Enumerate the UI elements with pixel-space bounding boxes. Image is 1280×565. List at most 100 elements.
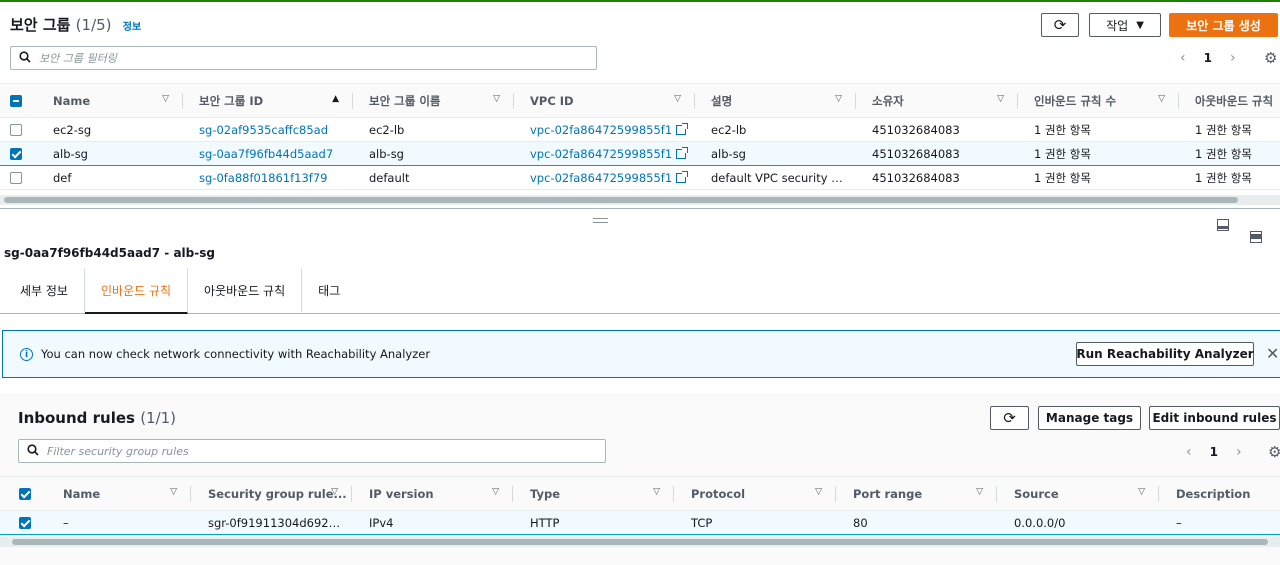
vpc-id-link[interactable]: vpc-02fa86472599855f1 xyxy=(530,171,672,185)
drag-handle-icon[interactable] xyxy=(593,218,608,223)
prev-page-icon[interactable]: ‹ xyxy=(1186,444,1192,460)
dock-bottom-icon[interactable] xyxy=(1217,219,1229,231)
maximize-panel-icon[interactable] xyxy=(1250,231,1262,243)
selection-count: (1/5) xyxy=(75,16,112,34)
scrollbar-thumb[interactable] xyxy=(4,197,1238,203)
cell-inbound: 1 권한 항목 xyxy=(1018,165,1179,190)
select-all-cell[interactable] xyxy=(0,476,46,511)
col-description[interactable]: 설명 ▽ xyxy=(695,83,856,118)
table-row[interactable]: def sg-0fa88f01861f13f79 default vpc-02f… xyxy=(0,165,1280,190)
manage-tags-button[interactable]: Manage tags xyxy=(1038,406,1141,430)
col-owner[interactable]: 소유자 ▽ xyxy=(856,83,1018,118)
sort-icon: ▽ xyxy=(331,487,338,497)
cell-description: – xyxy=(1159,510,1280,535)
cell-inbound: 1 권한 항목 xyxy=(1018,141,1179,166)
col-vpc-id[interactable]: VPC ID ▽ xyxy=(514,83,695,118)
next-page-icon[interactable]: › xyxy=(1230,50,1236,66)
row-checkbox[interactable] xyxy=(19,517,31,529)
cell-description: default VPC security gr... xyxy=(695,165,856,190)
cell-owner: 451032684083 xyxy=(856,141,1018,166)
close-icon[interactable]: ✕ xyxy=(1266,344,1279,363)
horizontal-scrollbar[interactable] xyxy=(0,195,1280,205)
cell-group-name: alb-sg xyxy=(353,141,514,166)
current-page[interactable]: 1 xyxy=(1204,51,1212,65)
col-source[interactable]: Source ▽ xyxy=(997,476,1159,511)
next-page-icon[interactable]: › xyxy=(1236,444,1242,460)
gear-icon[interactable]: ⚙ xyxy=(1268,443,1280,461)
sort-icon: ▽ xyxy=(493,94,500,104)
external-link-icon[interactable] xyxy=(676,170,689,183)
col-description[interactable]: Description xyxy=(1159,476,1280,511)
cell-name: alb-sg xyxy=(38,141,183,166)
page-title-text: 보안 그룹 xyxy=(10,16,71,34)
col-ip-version[interactable]: IP version ▽ xyxy=(352,476,513,511)
cell-owner: 451032684083 xyxy=(856,165,1018,190)
rules-search[interactable]: Filter security group rules xyxy=(18,439,606,463)
security-group-search[interactable]: 보안 그룹 필터링 xyxy=(10,46,597,70)
table-header-row: Name ▽ 보안 그룹 ID ▲ 보안 그룹 이름 ▽ VPC ID ▽ 설명 ▽ 소유… xyxy=(0,83,1280,118)
inbound-rules-table: Name ▽ Security group rule... ▽ IP version… xyxy=(0,476,1280,535)
cell-outbound: 1 권한 항목 xyxy=(1179,165,1280,190)
col-name[interactable]: Name ▽ xyxy=(38,83,183,118)
vpc-id-link[interactable]: vpc-02fa86472599855f1 xyxy=(530,123,672,137)
sg-id-link[interactable]: sg-0aa7f96fb44d5aad7 xyxy=(183,141,353,166)
current-page[interactable]: 1 xyxy=(1210,445,1218,459)
inbound-count: (1/1) xyxy=(140,409,177,427)
sg-id-link[interactable]: sg-0fa88f01861f13f79 xyxy=(183,165,353,190)
sort-icon: ▽ xyxy=(674,94,681,104)
col-inbound-count[interactable]: 인바운드 규칙 수 ▽ xyxy=(1018,83,1179,118)
sort-icon: ▽ xyxy=(492,487,499,497)
page-title: 보안 그룹 (1/5) 정보 xyxy=(10,14,141,35)
table-row-selected[interactable]: – sgr-0f91911304d6928... IPv4 HTTP TCP 8… xyxy=(0,510,1280,535)
scrollbar-thumb[interactable] xyxy=(12,539,1268,545)
col-sg-id[interactable]: 보안 그룹 ID ▲ xyxy=(183,83,353,118)
col-sg-name[interactable]: 보안 그룹 이름 ▽ xyxy=(353,83,514,118)
cell-group-name: default xyxy=(353,165,514,190)
tab-details[interactable]: 세부 정보 xyxy=(0,268,85,312)
create-security-group-button[interactable]: 보안 그룹 생성 xyxy=(1169,13,1278,37)
cell-protocol: TCP xyxy=(674,510,836,535)
cell-name: def xyxy=(38,165,183,190)
table-row[interactable]: ec2-sg sg-02af9535caffc85ad ec2-lb vpc-0… xyxy=(0,117,1280,142)
sort-icon: ▽ xyxy=(653,487,660,497)
gear-icon[interactable]: ⚙ xyxy=(1264,49,1277,67)
col-outbound-count[interactable]: 아웃바운드 규칙 xyxy=(1179,83,1280,118)
row-checkbox[interactable] xyxy=(10,124,22,136)
alert-message: You can now check network connectivity w… xyxy=(41,347,431,361)
refresh-button[interactable]: ⟳ xyxy=(1041,13,1079,37)
col-rule-id[interactable]: Security group rule... ▽ xyxy=(191,476,352,511)
vpc-id-link[interactable]: vpc-02fa86472599855f1 xyxy=(530,147,672,161)
prev-page-icon[interactable]: ‹ xyxy=(1180,50,1186,66)
select-all-cell[interactable] xyxy=(0,83,38,118)
external-link-icon[interactable] xyxy=(676,146,689,159)
refresh-rules-button[interactable]: ⟳ xyxy=(990,406,1029,430)
actions-button[interactable]: 작업 ▼ xyxy=(1089,13,1161,37)
table-row-selected[interactable]: alb-sg sg-0aa7f96fb44d5aad7 alb-sg vpc-0… xyxy=(0,141,1280,166)
rules-horizontal-scrollbar[interactable] xyxy=(0,537,1280,547)
split-divider xyxy=(0,208,1280,209)
detail-title: sg-0aa7f96fb44d5aad7 - alb-sg xyxy=(4,246,215,260)
col-protocol[interactable]: Protocol ▽ xyxy=(674,476,836,511)
tab-outbound-rules[interactable]: 아웃바운드 규칙 xyxy=(188,268,303,312)
cell-outbound: 1 권한 항목 xyxy=(1179,141,1280,166)
sort-icon: ▽ xyxy=(170,487,177,497)
top-status-line xyxy=(0,0,1280,2)
edit-inbound-rules-button[interactable]: Edit inbound rules xyxy=(1149,406,1280,430)
info-link[interactable]: 정보 xyxy=(123,22,141,33)
sg-id-link[interactable]: sg-02af9535caffc85ad xyxy=(183,117,353,142)
sort-icon: ▽ xyxy=(976,487,983,497)
col-port-range[interactable]: Port range ▽ xyxy=(836,476,997,511)
inbound-rules-title: Inbound rules (1/1) xyxy=(18,409,177,427)
cell-group-name: ec2-lb xyxy=(353,117,514,142)
run-reachability-analyzer-button[interactable]: Run Reachability Analyzer xyxy=(1076,342,1254,366)
tab-tags[interactable]: 태그 xyxy=(302,268,356,312)
select-all-checkbox[interactable] xyxy=(10,95,22,107)
tab-inbound-rules[interactable]: 인바운드 규칙 xyxy=(84,268,189,314)
col-rule-name[interactable]: Name ▽ xyxy=(46,476,191,511)
col-type[interactable]: Type ▽ xyxy=(513,476,674,511)
row-checkbox[interactable] xyxy=(10,148,22,160)
row-checkbox[interactable] xyxy=(10,172,22,184)
external-link-icon[interactable] xyxy=(676,122,689,135)
sort-icon: ▽ xyxy=(162,94,169,104)
select-all-checkbox[interactable] xyxy=(19,488,31,500)
